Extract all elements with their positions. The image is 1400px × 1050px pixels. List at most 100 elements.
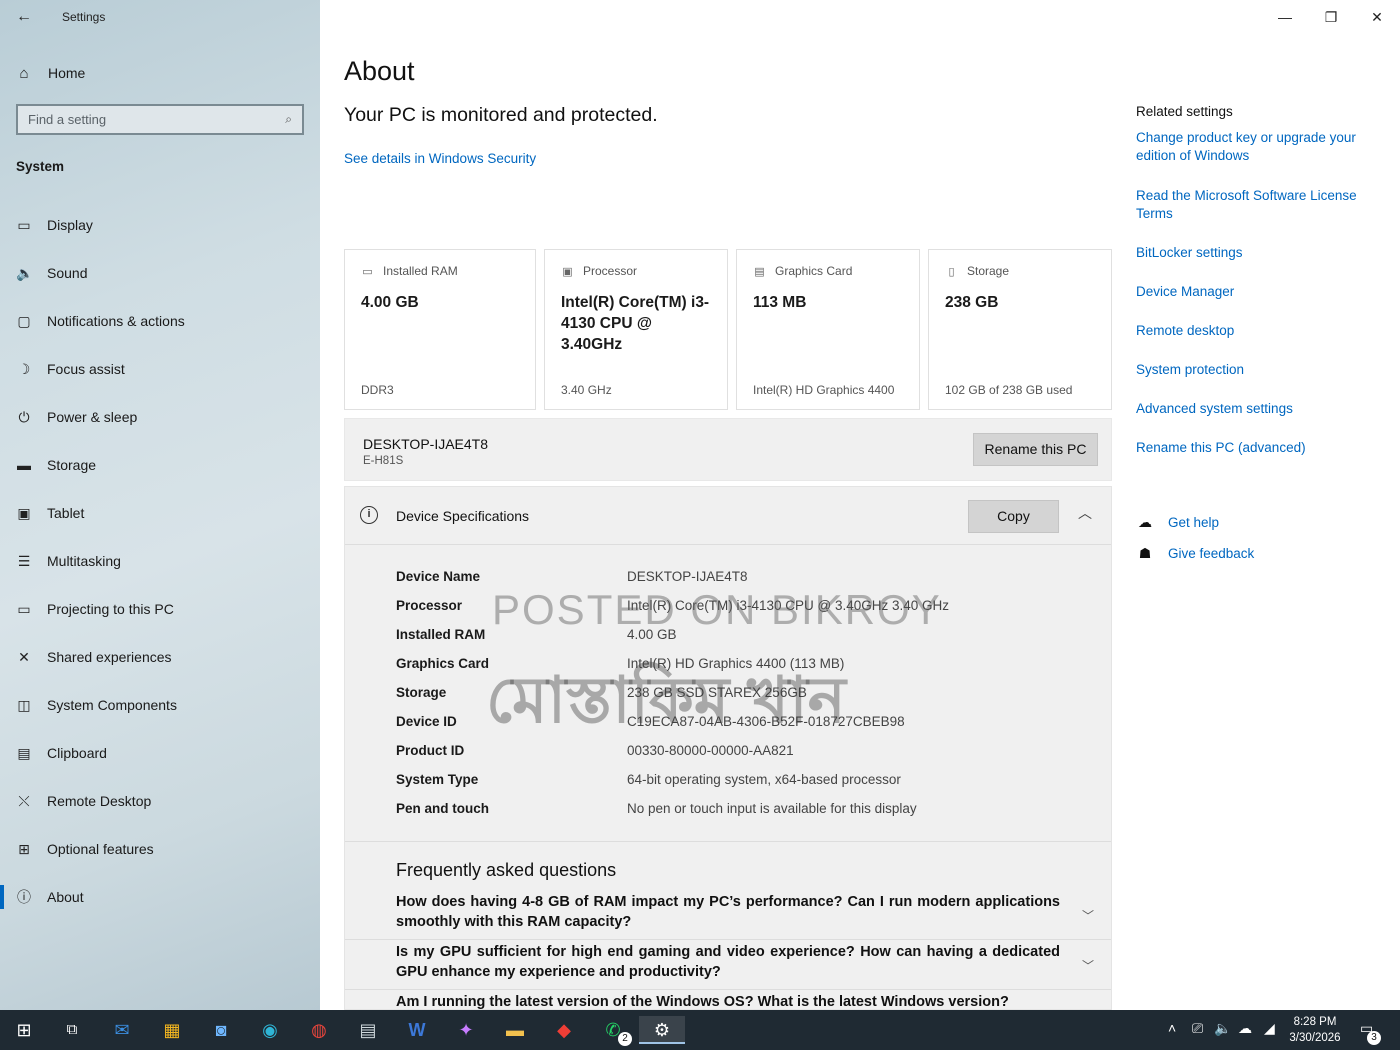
nav-item-label: Remote Desktop: [47, 793, 152, 809]
divider: [345, 841, 1111, 842]
outlook-icon[interactable]: ✉: [107, 1016, 137, 1044]
nav-item-label: Projecting to this PC: [47, 601, 174, 617]
search-icon[interactable]: ⌕: [285, 112, 292, 127]
chevron-down-icon[interactable]: ﹀: [1082, 957, 1094, 974]
nav-item-tablet[interactable]: ▣ Tablet: [0, 489, 320, 537]
nav-item-shared-experiences[interactable]: ✕ Shared experiences: [0, 633, 320, 681]
chevron-up-icon[interactable]: ︿: [1078, 503, 1092, 523]
nav-item-projecting[interactable]: ▭ Projecting to this PC: [0, 585, 320, 633]
copilot-icon[interactable]: ✦: [451, 1016, 481, 1044]
store-icon[interactable]: ▦: [157, 1016, 187, 1044]
device-specifications-header[interactable]: i Device Specifications Copy ︿: [345, 487, 1111, 545]
nav-item-system-components[interactable]: ◫ System Components: [0, 681, 320, 729]
faq-title: Frequently asked questions: [396, 860, 617, 880]
spec-key: Graphics Card: [396, 656, 490, 671]
nav-home[interactable]: ⌂ Home: [16, 60, 85, 86]
photos-icon[interactable]: ◙: [206, 1016, 236, 1044]
give-feedback-link[interactable]: Give feedback: [1168, 546, 1254, 561]
remote-desktop-link[interactable]: Remote desktop: [1136, 322, 1386, 340]
advanced-system-settings-link[interactable]: Advanced system settings: [1136, 400, 1386, 418]
back-arrow-icon[interactable]: ←: [12, 6, 36, 28]
spec-value: DESKTOP-IJAE4T8: [627, 569, 748, 584]
spec-row: Device ID C19ECA87-04AB-4306-B52F-018727C…: [396, 714, 949, 743]
chrome-icon[interactable]: ◍: [304, 1016, 334, 1044]
nav-item-notifications[interactable]: ▢ Notifications & actions: [0, 297, 320, 345]
clipboard-icon: ▤: [17, 744, 31, 761]
whatsapp-badge: 2: [618, 1032, 632, 1046]
system-protection-link[interactable]: System protection: [1136, 361, 1386, 379]
network-icon[interactable]: ◢: [1264, 1020, 1275, 1037]
word-icon[interactable]: W: [402, 1016, 432, 1044]
sound-icon: 🔈: [16, 264, 34, 281]
change-product-key-link[interactable]: Change product key or upgrade your editi…: [1136, 129, 1386, 165]
divider: [345, 989, 1111, 990]
clock-time: 8:28 PM: [1293, 1016, 1337, 1028]
device-manager-link[interactable]: Device Manager: [1136, 283, 1386, 301]
nav-item-label: Focus assist: [47, 361, 125, 377]
edge-icon[interactable]: ◉: [255, 1016, 285, 1044]
spec-row: Storage 238 GB SSD STAREX 256GB: [396, 685, 949, 714]
ram-card: ▭ Installed RAM 4.00 GB DDR3: [344, 249, 536, 410]
faq-item[interactable]: Am I running the latest version of the W…: [396, 992, 1060, 1012]
nav-item-display[interactable]: ▭ Display: [0, 201, 320, 249]
system-components-icon: ◫: [17, 696, 31, 713]
anydesk-icon[interactable]: ◆: [549, 1016, 579, 1044]
projecting-icon: ▭: [17, 600, 31, 617]
faq-item[interactable]: How does having 4-8 GB of RAM impact my …: [396, 892, 1060, 932]
divider: [345, 939, 1111, 940]
nav-item-optional-features[interactable]: ⊞ Optional features: [0, 825, 320, 873]
rename-pc-button[interactable]: Rename this PC: [973, 433, 1098, 466]
nav-item-label: Display: [47, 217, 93, 233]
search-box[interactable]: ⌕: [16, 104, 304, 135]
display-icon: ▭: [17, 216, 31, 233]
rename-pc-advanced-link[interactable]: Rename this PC (advanced): [1136, 439, 1386, 457]
search-input[interactable]: [28, 112, 286, 127]
nav-item-label: Power & sleep: [47, 409, 138, 425]
copy-button[interactable]: Copy: [968, 500, 1059, 533]
chevron-down-icon[interactable]: ﹀: [1082, 907, 1094, 924]
settings-icon[interactable]: ⚙: [639, 1016, 685, 1044]
nav-item-sound[interactable]: 🔈 Sound: [0, 249, 320, 297]
minimize-button[interactable]: —: [1262, 4, 1308, 30]
storage-icon: ▯: [948, 265, 955, 278]
spec-key: Device ID: [396, 714, 457, 729]
windows-security-link[interactable]: See details in Windows Security: [344, 151, 536, 166]
volume-icon[interactable]: 🔈: [1214, 1020, 1231, 1037]
faq-item[interactable]: Is my GPU sufficient for high end gaming…: [396, 942, 1060, 982]
spec-row: Processor Intel(R) Core(TM) i3-4130 CPU @…: [396, 598, 949, 627]
license-terms-link[interactable]: Read the Microsoft Software License Term…: [1136, 187, 1386, 223]
nav-item-about[interactable]: ⓘ About: [0, 873, 320, 921]
nav-item-focus-assist[interactable]: ☽ Focus assist: [0, 345, 320, 393]
spec-key: System Type: [396, 772, 479, 787]
nav-item-label: Tablet: [47, 505, 85, 521]
spec-key: Device Name: [396, 569, 481, 584]
nav-item-label: Notifications & actions: [47, 313, 185, 329]
meet-now-icon[interactable]: ⎚: [1192, 1020, 1203, 1037]
onedrive-icon[interactable]: ☁: [1238, 1020, 1252, 1037]
bitlocker-link[interactable]: BitLocker settings: [1136, 244, 1386, 262]
nav-item-remote-desktop[interactable]: ⤬ Remote Desktop: [0, 777, 320, 825]
get-help-link[interactable]: Get help: [1168, 515, 1219, 530]
card-value: 4.00 GB: [361, 294, 419, 311]
title-bar: ← Settings: [0, 0, 320, 34]
task-view-icon[interactable]: ⧉: [57, 1016, 87, 1044]
nav-item-multitasking[interactable]: ☰ Multitasking: [0, 537, 320, 585]
nav-item-power-sleep[interactable]: ⏻ Power & sleep: [0, 393, 320, 441]
windows-start-icon[interactable]: ⊞: [9, 1016, 39, 1044]
clock[interactable]: 8:28 PM 3/30/2026: [1286, 1014, 1344, 1046]
close-button[interactable]: ✕: [1354, 4, 1400, 30]
spec-value: Intel(R) Core(TM) i3-4130 CPU @ 3.40GHz …: [627, 598, 950, 613]
nav-item-clipboard[interactable]: ▤ Clipboard: [0, 729, 320, 777]
card-sub: 3.40 GHz: [561, 383, 612, 397]
spec-row: Graphics Card Intel(R) HD Graphics 4400 (…: [396, 656, 949, 685]
give-feedback[interactable]: ☗ Give feedback: [1136, 538, 1255, 569]
get-help[interactable]: ☁ Get help: [1136, 507, 1254, 538]
spec-row: Device Name DESKTOP-IJAE4T8: [396, 569, 949, 598]
calculator-icon[interactable]: ▤: [353, 1016, 383, 1044]
spec-value: Intel(R) HD Graphics 4400 (113 MB): [627, 656, 845, 671]
nav-item-storage[interactable]: ▬ Storage: [0, 441, 320, 489]
file-explorer-icon[interactable]: ▬: [500, 1016, 530, 1044]
spec-row: Pen and touch No pen or touch input is av…: [396, 801, 949, 830]
chevron-up-icon[interactable]: ˄: [1168, 1020, 1176, 1036]
restore-button[interactable]: ❐: [1308, 4, 1354, 30]
